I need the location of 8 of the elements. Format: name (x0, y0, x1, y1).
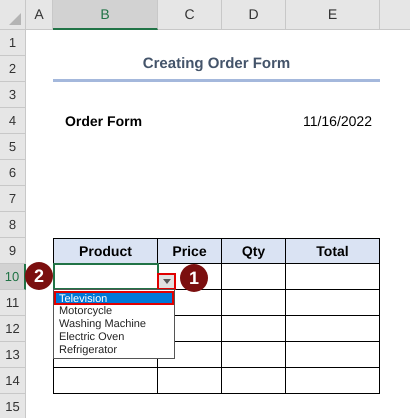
callout-badge: 2 (25, 262, 53, 290)
order-date: 11/16/2022 (302, 112, 372, 130)
table-header-cell: Total (286, 238, 380, 264)
table-header-cell: Qty (222, 238, 286, 264)
table-header-cell: Product (53, 238, 158, 264)
table-header-cell: Price (158, 238, 222, 264)
order-form-label: Order Form (65, 112, 142, 130)
sheet-title: Creating Order Form (142, 54, 290, 74)
